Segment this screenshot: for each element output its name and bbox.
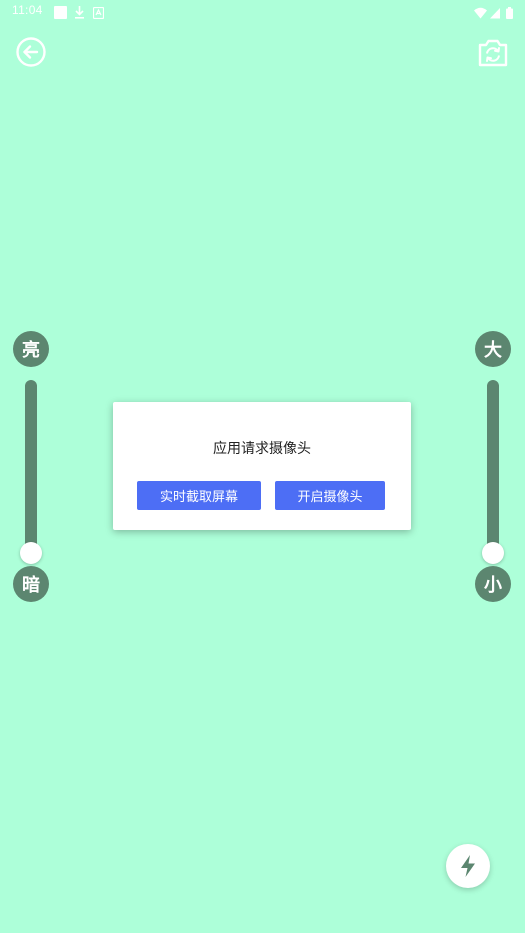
status-time: 11:04 [12, 3, 43, 17]
brightness-min-label: 暗 [13, 566, 49, 602]
camera-request-dialog: 应用请求摄像头 实时截取屏幕 开启摄像头 [113, 402, 411, 530]
dialog-title: 应用请求摄像头 [213, 441, 311, 457]
back-button[interactable] [14, 35, 48, 69]
back-arrow-circle-icon [16, 37, 46, 67]
brightness-slider-thumb[interactable] [20, 542, 42, 564]
flash-button[interactable] [446, 844, 490, 888]
app-notification-icon [92, 4, 105, 23]
notification-square-icon [54, 4, 67, 23]
screen-capture-button[interactable]: 实时截取屏幕 [137, 481, 261, 510]
signal-icon [490, 4, 500, 23]
brightness-max-label: 亮 [13, 331, 49, 367]
flash-icon [461, 855, 475, 877]
zoom-min-label: 小 [475, 566, 511, 602]
brightness-slider-track[interactable] [25, 380, 37, 556]
battery-icon [506, 4, 513, 23]
open-camera-button[interactable]: 开启摄像头 [275, 481, 385, 510]
status-bar: 11:04 [0, 0, 525, 22]
switch-camera-button[interactable] [476, 36, 510, 70]
download-icon [74, 4, 85, 23]
wifi-icon [474, 4, 487, 23]
camera-switch-icon [478, 39, 508, 67]
zoom-max-label: 大 [475, 331, 511, 367]
zoom-slider-track[interactable] [487, 380, 499, 556]
zoom-slider-thumb[interactable] [482, 542, 504, 564]
